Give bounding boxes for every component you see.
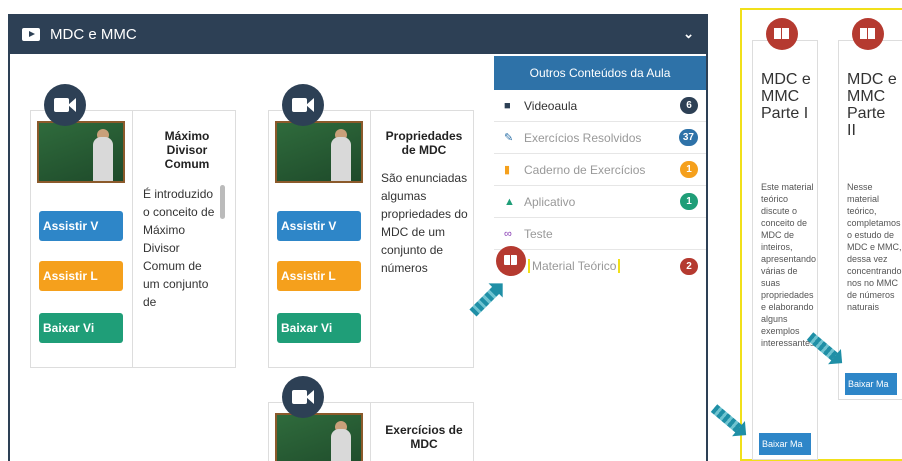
lesson-card: Propriedades de MDC São enunciadas algum… (268, 110, 474, 368)
download-material-button[interactable]: Baixar Ma (759, 433, 811, 455)
window-header[interactable]: MDC e MMC ⌄ (10, 14, 706, 54)
count-badge: 1 (680, 193, 698, 210)
zoomed-material-panel: MDC e MMC Parte I Este material teórico … (740, 8, 902, 461)
watch-lesson-button[interactable]: Assistir L (39, 261, 123, 291)
download-video-button[interactable]: Baixar Vi (277, 313, 361, 343)
material-title: MDC e MMC Parte II (847, 71, 897, 139)
video-thumbnail[interactable] (37, 121, 125, 183)
count-badge: 1 (680, 161, 698, 178)
video-camera-icon (44, 84, 86, 126)
count-badge: 6 (680, 97, 698, 114)
scrollbar[interactable] (220, 185, 225, 219)
download-material-button[interactable]: Baixar Ma (845, 373, 897, 395)
video-thumbnail[interactable] (275, 121, 363, 183)
edit-icon: ✎ (504, 132, 514, 144)
pointer-arrow-icon (469, 285, 501, 317)
watch-video-button[interactable]: Assistir V (39, 211, 123, 241)
watch-video-button[interactable]: Assistir V (277, 211, 361, 241)
video-thumbnail[interactable] (275, 413, 363, 461)
pointer-arrow-icon (710, 404, 744, 434)
infinity-icon: ∞ (504, 227, 512, 240)
side-item-exercicios-resolvidos[interactable]: ✎ Exercícios Resolvidos 37 (494, 122, 706, 154)
notebook-icon: ▮ (504, 164, 511, 176)
side-item-material-teorico[interactable]: Material Teórico 2 (494, 250, 706, 282)
side-item-aplicativo[interactable]: ▲ Aplicativo 1 (494, 186, 706, 218)
watch-lesson-button[interactable]: Assistir L (277, 261, 361, 291)
video-play-icon (22, 27, 40, 41)
card-description: São enunciadas algumas propriedades do M… (381, 171, 468, 275)
download-video-button[interactable]: Baixar Vi (39, 313, 123, 343)
app-icon: ▲ (504, 195, 515, 208)
other-contents-panel: Outros Conteúdos da Aula ■ Videoaula 6 ✎… (494, 56, 706, 282)
video-icon: ■ (504, 99, 511, 112)
highlighted-label: Material Teórico (528, 259, 621, 273)
other-contents-header: Outros Conteúdos da Aula (494, 56, 706, 90)
side-item-caderno-exercicios[interactable]: ▮ Caderno de Exercícios 1 (494, 154, 706, 186)
side-item-teste[interactable]: ∞ Teste (494, 218, 706, 250)
card-title: Propriedades de MDC (385, 129, 463, 157)
video-camera-icon (282, 84, 324, 126)
side-item-videoaula[interactable]: ■ Videoaula 6 (494, 90, 706, 122)
material-description: Este material teórico discute o conceito… (761, 182, 817, 348)
material-card: MDC e MMC Parte II Nesse material teóric… (838, 40, 902, 400)
chevron-down-icon[interactable]: ⌄ (683, 26, 694, 42)
material-title: MDC e MMC Parte I (761, 71, 811, 122)
material-description: Nesse material teórico, completamos o es… (847, 182, 902, 312)
video-camera-icon (282, 376, 324, 418)
lesson-window: MDC e MMC ⌄ Máximo Divisor Comum É intro… (8, 14, 708, 461)
book-icon (496, 246, 526, 276)
book-icon (766, 18, 798, 50)
book-icon (852, 18, 884, 50)
lesson-card: Máximo Divisor Comum É introduzido o con… (30, 110, 236, 368)
count-badge: 2 (680, 257, 698, 275)
material-card: MDC e MMC Parte I Este material teórico … (752, 40, 818, 460)
window-title: MDC e MMC (50, 25, 137, 43)
card-title: Máximo Divisor Comum (164, 129, 210, 171)
count-badge: 37 (678, 129, 698, 146)
card-title: Exercícios de MDC (385, 423, 463, 451)
card-description: É introduzido o conceito de Máximo Divis… (143, 187, 215, 309)
